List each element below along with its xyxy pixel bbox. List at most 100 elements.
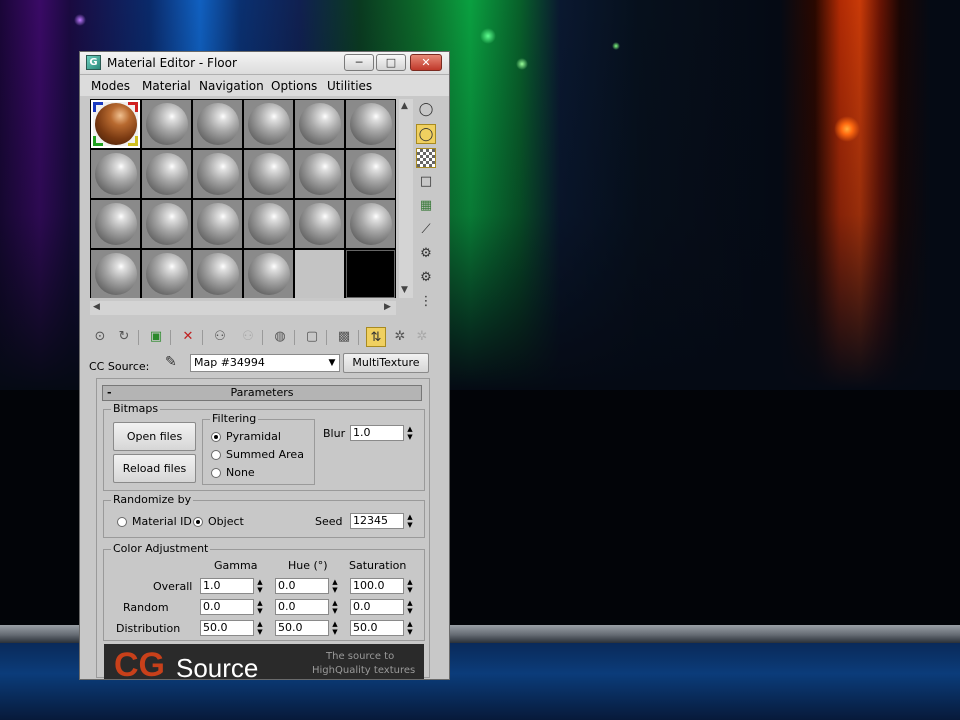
slots-vertical-scrollbar[interactable]: ▲ ▼ (399, 99, 413, 298)
maximize-button[interactable]: □ (376, 54, 406, 71)
sample-slot[interactable] (193, 100, 242, 148)
material-map-navigator-icon[interactable]: ⋮ (416, 292, 436, 312)
parameters-rollout-header[interactable]: - Parameters (102, 385, 422, 401)
sample-slot-empty[interactable] (295, 250, 344, 298)
sample-slot[interactable] (91, 200, 140, 248)
menu-navigation[interactable]: Navigation (199, 79, 264, 93)
map-select-dropdown[interactable]: Map #34994 ▼ (190, 354, 340, 372)
sample-slot[interactable] (244, 100, 293, 148)
menu-options[interactable]: Options (271, 79, 317, 93)
distribution-gamma-input[interactable]: 50.0 (200, 620, 254, 636)
sample-slot[interactable] (295, 200, 344, 248)
randomize-material-id-radio[interactable] (117, 517, 127, 527)
scroll-left-icon[interactable]: ◀ (93, 302, 100, 312)
make-unique-icon[interactable]: ⚇ (210, 327, 230, 347)
random-gamma-input[interactable]: 0.0 (200, 599, 254, 615)
get-material-icon[interactable]: ⊙ (90, 327, 110, 347)
spinner-arrows-icon[interactable]: ▲ ▼ (330, 599, 340, 615)
app-icon[interactable]: G (86, 55, 101, 70)
sample-slot[interactable] (346, 150, 395, 198)
title-bar[interactable]: G Material Editor - Floor ─ □ ✕ (80, 52, 449, 75)
spinner-arrows-icon[interactable]: ▲ ▼ (255, 620, 265, 636)
sample-slot[interactable] (244, 200, 293, 248)
select-by-material-icon[interactable]: ⚙ (416, 268, 436, 288)
random-gamma-spinner[interactable]: 0.0 ▲ ▼ (200, 599, 266, 615)
overall-hue-spinner[interactable]: 0.0 ▲ ▼ (275, 578, 341, 594)
show-shaded-material-icon[interactable]: ▢ (302, 327, 322, 347)
show-end-result-icon[interactable]: ▩ (334, 327, 354, 347)
spinner-arrows-icon[interactable]: ▲ ▼ (405, 578, 415, 594)
sample-slot[interactable] (91, 250, 140, 298)
sample-slot[interactable] (193, 150, 242, 198)
sample-slot[interactable] (91, 150, 140, 198)
collapse-icon[interactable]: - (107, 386, 112, 400)
distribution-saturation-spinner[interactable]: 50.0 ▲ ▼ (350, 620, 416, 636)
sample-slot[interactable] (142, 100, 191, 148)
distribution-hue-spinner[interactable]: 50.0 ▲ ▼ (275, 620, 341, 636)
pick-material-icon[interactable]: ✲ (412, 327, 432, 347)
sample-slot-black[interactable] (346, 250, 395, 298)
scroll-up-icon[interactable]: ▲ (401, 101, 408, 111)
eyedropper-icon[interactable]: ✎ (165, 354, 177, 370)
blur-spinner[interactable]: 1.0 ▲ ▼ (350, 425, 416, 441)
backlight-icon[interactable]: ◯ (416, 124, 436, 144)
sample-slot-active[interactable] (91, 100, 140, 148)
options-icon[interactable]: ⚙ (416, 244, 436, 264)
scroll-right-icon[interactable]: ▶ (384, 302, 391, 312)
seed-input[interactable]: 12345 (350, 513, 404, 529)
filter-summed-area-radio[interactable] (211, 450, 221, 460)
spinner-arrows-icon[interactable]: ▲ ▼ (405, 599, 415, 615)
chevron-down-icon[interactable]: ▼ (325, 355, 339, 371)
spinner-arrows-icon[interactable]: ▲ ▼ (405, 620, 415, 636)
background-checker-icon[interactable] (416, 148, 436, 168)
sample-slot[interactable] (346, 100, 395, 148)
sample-slot[interactable] (193, 200, 242, 248)
sample-uv-tiling-icon[interactable]: □ (416, 172, 436, 192)
multitexture-button[interactable]: MultiTexture (343, 353, 429, 373)
seed-spinner[interactable]: 12345 ▲ ▼ (350, 513, 416, 529)
sample-type-icon[interactable]: ◯ (416, 100, 436, 120)
randomize-object-radio[interactable] (193, 517, 203, 527)
sample-slot[interactable] (142, 250, 191, 298)
blur-spinner-arrows-icon[interactable]: ▲ ▼ (405, 425, 415, 441)
spinner-arrows-icon[interactable]: ▲ ▼ (255, 599, 265, 615)
put-to-scene-icon[interactable]: ↻ (114, 327, 134, 347)
minimize-button[interactable]: ─ (344, 54, 374, 71)
random-hue-input[interactable]: 0.0 (275, 599, 329, 615)
seed-spinner-arrows-icon[interactable]: ▲ ▼ (405, 513, 415, 529)
sample-slot[interactable] (142, 150, 191, 198)
overall-saturation-spinner[interactable]: 100.0 ▲ ▼ (350, 578, 416, 594)
sample-slot[interactable] (142, 200, 191, 248)
sample-slot[interactable] (244, 150, 293, 198)
distribution-hue-input[interactable]: 50.0 (275, 620, 329, 636)
assign-to-selection-icon[interactable]: ▣ (146, 327, 166, 347)
menu-material[interactable]: Material (142, 79, 191, 93)
random-hue-spinner[interactable]: 0.0 ▲ ▼ (275, 599, 341, 615)
make-preview-icon[interactable]: ⟋ (416, 220, 436, 240)
blur-input[interactable]: 1.0 (350, 425, 404, 441)
sample-slot[interactable] (193, 250, 242, 298)
distribution-saturation-input[interactable]: 50.0 (350, 620, 404, 636)
overall-hue-input[interactable]: 0.0 (275, 578, 329, 594)
random-saturation-input[interactable]: 0.0 (350, 599, 404, 615)
distribution-gamma-spinner[interactable]: 50.0 ▲ ▼ (200, 620, 266, 636)
spinner-arrows-icon[interactable]: ▲ ▼ (330, 578, 340, 594)
put-to-library-icon[interactable]: ⚇ (238, 327, 258, 347)
overall-saturation-input[interactable]: 100.0 (350, 578, 404, 594)
video-color-check-icon[interactable]: ▦ (416, 196, 436, 216)
cgsource-banner[interactable]: CG Source The source to HighQuality text… (104, 644, 424, 679)
menu-modes[interactable]: Modes (91, 79, 130, 93)
sample-slot[interactable] (346, 200, 395, 248)
material-id-channel-icon[interactable]: ◍ (270, 327, 290, 347)
sample-slot[interactable] (244, 250, 293, 298)
menu-utilities[interactable]: Utilities (327, 79, 372, 93)
reload-files-button[interactable]: Reload files (113, 454, 196, 483)
sample-slot[interactable] (295, 150, 344, 198)
spinner-arrows-icon[interactable]: ▲ ▼ (255, 578, 265, 594)
spinner-arrows-icon[interactable]: ▲ ▼ (330, 620, 340, 636)
overall-gamma-spinner[interactable]: 1.0 ▲ ▼ (200, 578, 266, 594)
scroll-down-icon[interactable]: ▼ (401, 285, 408, 295)
open-files-button[interactable]: Open files (113, 422, 196, 451)
filter-pyramidal-radio[interactable] (211, 432, 221, 442)
go-forward-to-sibling-icon[interactable]: ✲ (390, 327, 410, 347)
